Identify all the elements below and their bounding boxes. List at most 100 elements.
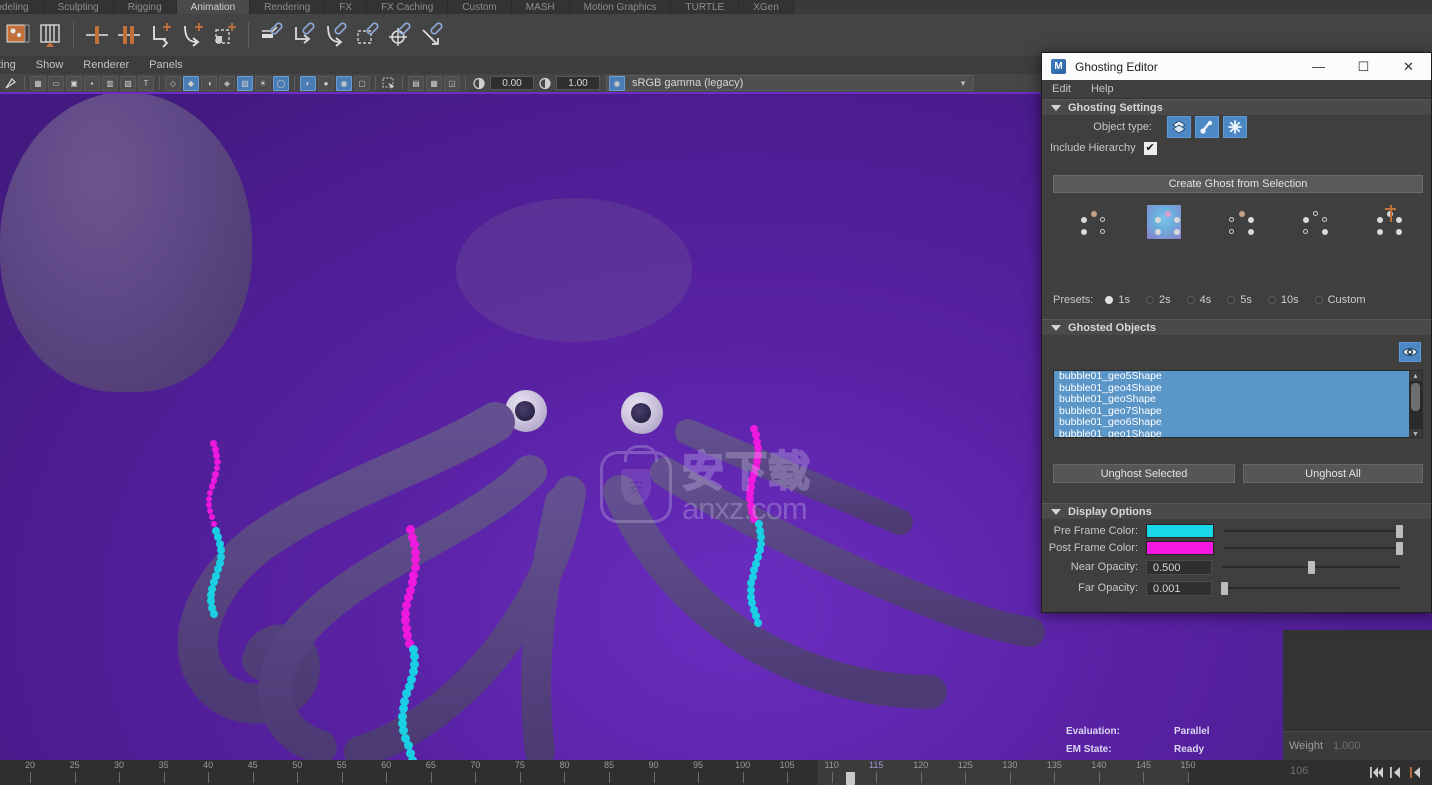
collapse-triangle-icon[interactable] [1051,508,1061,515]
time-slider[interactable]: 20 25 30 35 40 45 50 55 60 65 70 75 80 85 90 95 100 105 11… [0,760,1432,785]
wireframe-icon[interactable]: ◇ [165,75,181,91]
maximize-button[interactable]: ☐ [1341,53,1386,80]
shelf-icon-key-rotate[interactable] [114,20,144,50]
far-opacity-value[interactable]: 0.001 [1146,580,1212,596]
xray-active-icon[interactable]: ◲ [444,75,460,91]
radio-dot[interactable] [1105,296,1114,304]
unghost-selected-button[interactable]: Unghost Selected [1053,464,1235,483]
frame-readout[interactable]: 106 [1290,765,1308,777]
gamma-icon[interactable] [537,76,553,91]
list-item[interactable]: bubble01_geo1Shape [1054,428,1422,437]
far-opacity-slider[interactable] [1220,581,1400,595]
ghosted-objects-items[interactable]: bubble01_geo5Shape bubble01_geo4Shape bubb… [1054,371,1422,437]
radio-dot[interactable] [1186,296,1195,304]
shelf-tab-custom[interactable]: Custom [448,0,512,14]
preset-radio-5s[interactable]: 5s [1227,294,1264,306]
resolution-gate-icon[interactable]: ▣ [66,75,82,91]
ghosting-editor-menubar[interactable]: Edit Help [1042,80,1431,99]
list-item[interactable]: bubble01_geo6Shape [1054,416,1422,429]
smooth-shade-icon[interactable]: ◈ [219,75,235,91]
menu-help[interactable]: Help [1081,83,1124,95]
shadows-icon[interactable]: ◯ [273,75,289,91]
grid-toggle-icon[interactable]: ▦ [30,75,46,91]
step-back-icon[interactable] [1388,763,1405,782]
shelf-tab-rigging[interactable]: Rigging [113,0,177,14]
ghosting-editor-titlebar[interactable]: M Ghosting Editor — ☐ ✕ [1042,53,1431,80]
panel-menu-panels[interactable]: Panels [139,59,193,71]
section-display-options[interactable]: Display Options [1042,503,1431,519]
screen-space-ao-icon[interactable]: ◐ [300,75,316,91]
xray-icon[interactable]: ▤ [408,75,424,91]
slider-knob[interactable] [1220,581,1228,595]
list-scrollbar[interactable]: ▲ ▼ [1409,371,1422,437]
field-chart-icon[interactable]: ▥ [102,75,118,91]
near-opacity-value[interactable]: 0.500 [1146,559,1212,575]
collapse-triangle-icon[interactable] [1051,324,1061,331]
shelf-icon-keyframe-panel[interactable] [3,20,33,50]
panel-menu-renderer[interactable]: Renderer [73,59,139,71]
shelf-icon-link-parent[interactable] [289,20,319,50]
shelf-icon-row[interactable] [0,14,1432,56]
unghost-all-button[interactable]: Unghost All [1243,464,1423,483]
shelf-tab-mash[interactable]: MASH [511,0,570,14]
shelf-icon-add-key-box[interactable] [210,20,240,50]
gamma-value[interactable]: 1.00 [556,76,600,90]
motion-blur-icon[interactable]: ● [318,75,334,91]
weight-strip[interactable]: Weight 1.000 [1283,731,1432,760]
preset-icon-row[interactable] [1053,200,1423,244]
isolate-select-icon[interactable] [381,76,397,91]
gate-mask-icon[interactable]: ▪ [84,75,100,91]
shelf-icon-add-key-l[interactable] [146,20,176,50]
multisample-icon[interactable]: ◉ [336,75,352,91]
section-ghosting-settings[interactable]: Ghosting Settings [1042,99,1431,115]
text-overlay-icon[interactable]: T [138,75,154,91]
shelf-icon-link-point[interactable] [417,20,447,50]
current-frame-marker[interactable] [846,772,855,785]
shelf-tab-rendering[interactable]: Rendering [250,0,326,14]
xray-joints-icon[interactable]: ▦ [426,75,442,91]
shelf-tab-fx-caching[interactable]: FX Caching [367,0,449,14]
weight-value[interactable]: 1.000 [1333,740,1361,752]
textured-icon[interactable]: ▨ [237,75,253,91]
joint-icon[interactable] [1195,116,1219,138]
go-to-start-icon[interactable] [1368,763,1385,782]
radio-dot[interactable] [1145,296,1154,304]
close-button[interactable]: ✕ [1386,53,1431,80]
post-frame-color-slider[interactable] [1224,541,1404,555]
color-management-icon[interactable]: ◉ [609,75,625,91]
section-ghosted-objects[interactable]: Ghosted Objects [1042,319,1431,335]
slider-knob[interactable] [1308,560,1315,574]
preset-radio-1s[interactable]: 1s [1105,294,1142,306]
list-item[interactable]: bubble01_geoShape [1054,393,1422,406]
create-ghost-from-selection-button[interactable]: Create Ghost from Selection [1053,175,1423,193]
wire-on-shaded-icon[interactable]: ◑ [201,75,217,91]
shelf-icon-add-key-curve[interactable] [178,20,208,50]
shelf-tab-motion-graphics[interactable]: Motion Graphics [569,0,672,14]
preset-radio-4s[interactable]: 4s [1186,294,1224,306]
depth-of-field-icon[interactable]: ▢ [354,75,370,91]
pre-frame-color-swatch[interactable] [1146,524,1214,538]
presets-radio-row[interactable]: Presets: 1s 2s 4s 5s 10s Custom [1053,293,1382,307]
slider-knob[interactable] [1395,524,1403,538]
scrollbar-thumb[interactable] [1411,383,1420,411]
shelf-icon-link-constraint[interactable] [257,20,287,50]
panel-menu-show[interactable]: Show [26,59,74,71]
ghosted-objects-list[interactable]: bubble01_geo5Shape bubble01_geo4Shape bubb… [1053,370,1423,438]
visibility-eye-icon[interactable] [1399,342,1421,362]
include-hierarchy-checkbox[interactable]: ✔ [1143,141,1157,155]
panel-menu-ting[interactable]: ting [0,59,26,71]
scroll-up-arrow-icon[interactable]: ▲ [1409,371,1422,381]
shelf-tab-animation[interactable]: Animation [176,0,251,14]
exposure-value[interactable]: 0.00 [490,76,534,90]
shelf-icon-link-aim[interactable] [385,20,415,50]
exposure-icon[interactable] [471,76,487,91]
prev-key-icon[interactable] [1408,763,1425,782]
list-item[interactable]: bubble01_geo5Shape [1054,371,1422,383]
chevron-down-icon[interactable]: ▼ [959,79,967,88]
slider-knob[interactable] [1395,541,1403,555]
shelf-tab-fx[interactable]: FX [325,0,368,14]
radio-dot[interactable] [1314,296,1323,304]
shelf-tab-modeling[interactable]: Modeling [0,0,44,14]
preset-pattern-5[interactable] [1349,200,1423,244]
timeline-ruler[interactable]: 20 25 30 35 40 45 50 55 60 65 70 75 80 85 90 95 100 105 11… [0,760,1268,785]
